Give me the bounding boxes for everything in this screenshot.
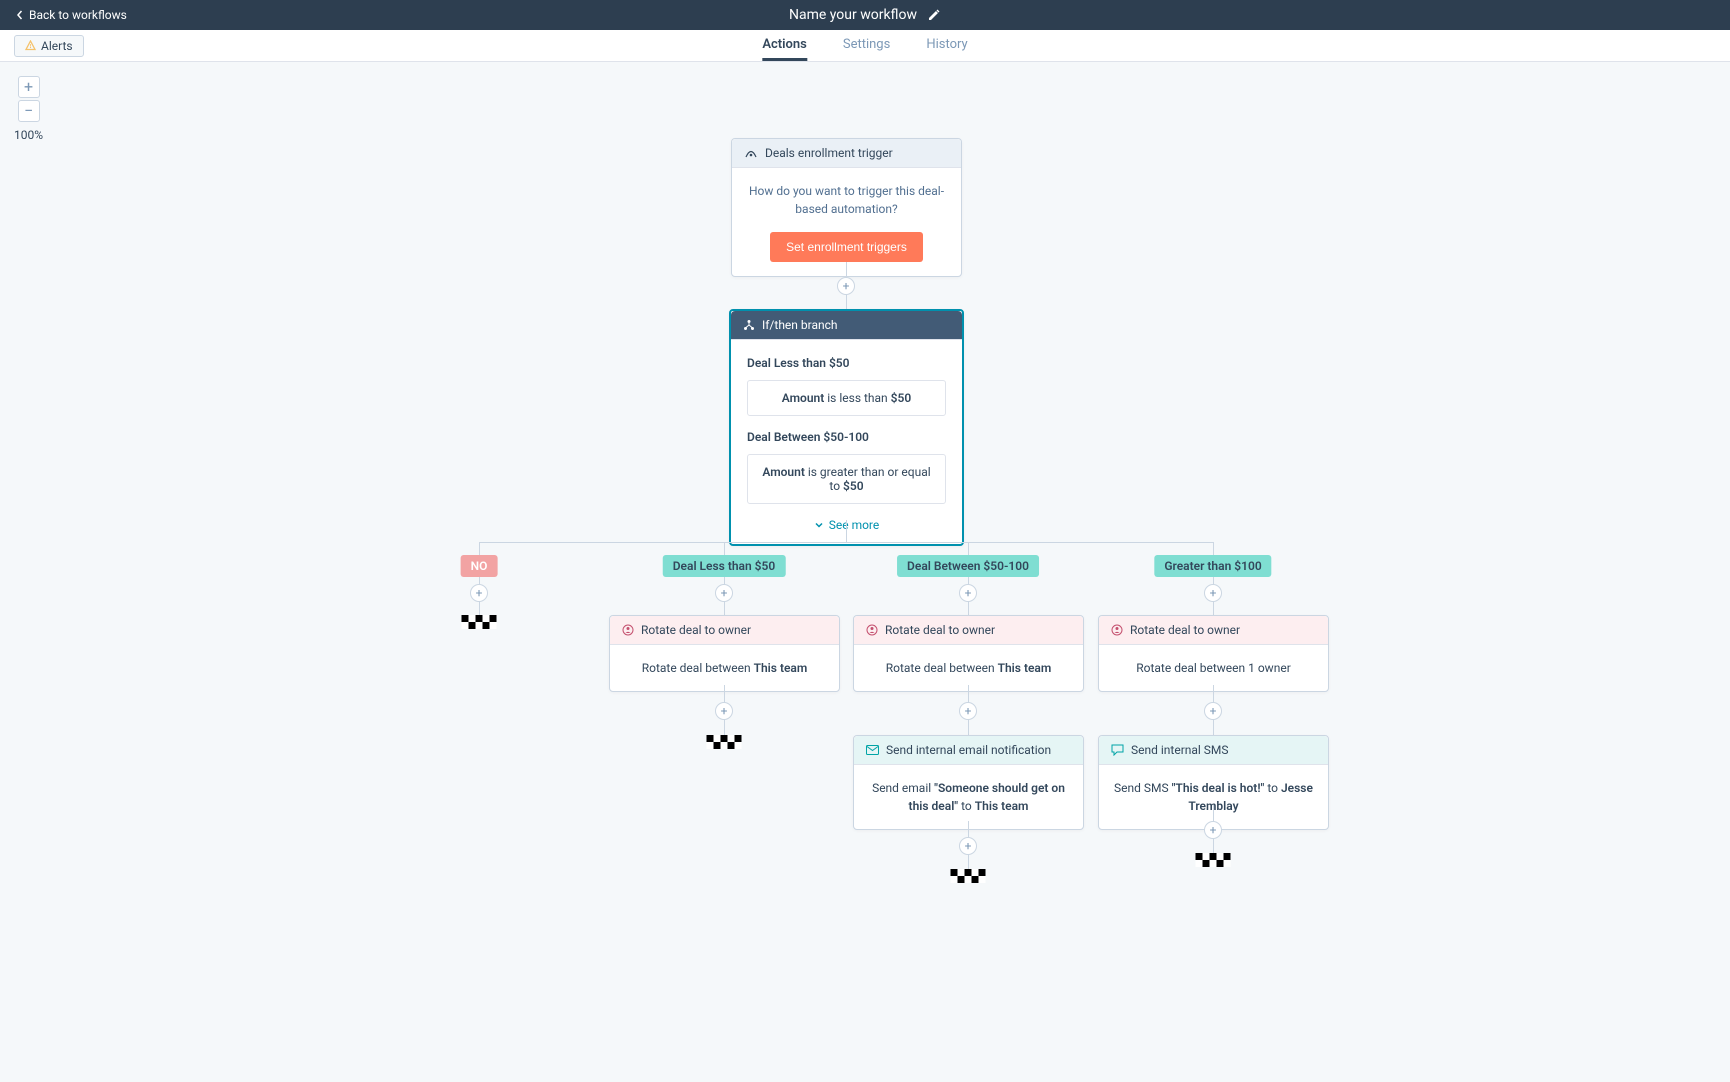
email-team: This team: [975, 799, 1029, 813]
rotate-team: This team: [998, 661, 1052, 675]
tab-history[interactable]: History: [926, 30, 967, 61]
connector: [479, 542, 480, 555]
email-pre: Send email: [872, 781, 934, 795]
branch-label-less-50: Deal Less than $50: [663, 555, 786, 577]
sms-pre: Send SMS: [1114, 781, 1172, 795]
set-enrollment-triggers-button[interactable]: Set enrollment triggers: [770, 232, 923, 262]
sms-header: Send internal SMS: [1099, 736, 1328, 765]
connector: [724, 542, 725, 555]
workflow-title: Name your workflow: [789, 7, 917, 23]
chevron-left-icon: [15, 10, 25, 20]
branch-group1-title: Deal Less than $50: [747, 356, 946, 370]
cond2-field: Amount: [762, 465, 805, 479]
cond2-mid: is greater than or equal to: [805, 465, 931, 493]
cond2-val: $50: [843, 479, 864, 493]
add-action-button[interactable]: +: [715, 584, 733, 602]
add-action-button[interactable]: +: [1204, 821, 1222, 839]
add-action-button[interactable]: +: [470, 584, 488, 602]
sms-quoted: "This deal is hot!": [1172, 781, 1265, 795]
rotate-deal-card[interactable]: Rotate deal to owner Rotate deal between…: [609, 615, 840, 692]
if-then-branch-card[interactable]: If/then branch Deal Less than $50 Amount…: [729, 309, 964, 546]
sms-mid: to: [1264, 781, 1281, 795]
connector: [479, 542, 1214, 543]
rotate-owner-icon: [622, 624, 634, 636]
trigger-header-text: Deals enrollment trigger: [765, 146, 893, 160]
branch-condition-2: Amount is greater than or equal to $50: [747, 454, 946, 504]
branch-group2-title: Deal Between $50-100: [747, 430, 946, 444]
finish-flag-icon: [1196, 853, 1231, 867]
back-label: Back to workflows: [29, 8, 127, 22]
workflow-flow: Deals enrollment trigger How do you want…: [0, 62, 1730, 1082]
email-mid: to: [958, 799, 975, 813]
rotate-header-text: Rotate deal to owner: [1130, 623, 1240, 637]
branch-label-no: NO: [461, 555, 498, 577]
cond1-val: $50: [891, 391, 912, 405]
email-header-text: Send internal email notification: [886, 743, 1051, 757]
branch-icon: [743, 319, 755, 331]
alerts-label: Alerts: [41, 39, 73, 53]
trigger-body: How do you want to trigger this deal-bas…: [732, 168, 961, 276]
trigger-header: Deals enrollment trigger: [732, 139, 961, 168]
email-icon: [866, 745, 879, 755]
connector: [968, 542, 969, 555]
send-email-card[interactable]: Send internal email notification Send em…: [853, 735, 1084, 830]
rotate-pre: Rotate deal between: [642, 661, 754, 675]
add-action-button[interactable]: +: [1204, 702, 1222, 720]
connector: [1213, 542, 1214, 555]
target-icon: [744, 148, 758, 158]
rotate-team: This team: [754, 661, 808, 675]
email-header: Send internal email notification: [854, 736, 1083, 765]
branch-header-text: If/then branch: [762, 318, 838, 332]
back-to-workflows-link[interactable]: Back to workflows: [15, 8, 127, 22]
rotate-owner-icon: [866, 624, 878, 636]
see-more-text: See more: [829, 518, 880, 532]
branch-label-between: Deal Between $50-100: [897, 555, 1039, 577]
tab-bar: Alerts Actions Settings History: [0, 30, 1730, 62]
tabs-nav: Actions Settings History: [762, 30, 967, 61]
rotate-header: Rotate deal to owner: [854, 616, 1083, 645]
add-action-button[interactable]: +: [959, 584, 977, 602]
branch-header: If/then branch: [731, 311, 962, 340]
rotate-header: Rotate deal to owner: [610, 616, 839, 645]
tab-settings[interactable]: Settings: [843, 30, 890, 61]
finish-flag-icon: [462, 615, 497, 629]
cond1-field: Amount: [782, 391, 825, 405]
rotate-pre: Rotate deal between: [886, 661, 998, 675]
sms-icon: [1111, 744, 1124, 756]
connector: [846, 520, 847, 542]
add-action-button[interactable]: +: [959, 702, 977, 720]
workflow-title-wrap: Name your workflow: [789, 7, 941, 23]
rotate-header: Rotate deal to owner: [1099, 616, 1328, 645]
rotate-header-text: Rotate deal to owner: [885, 623, 995, 637]
tab-actions[interactable]: Actions: [762, 30, 807, 61]
rotate-header-text: Rotate deal to owner: [641, 623, 751, 637]
sms-header-text: Send internal SMS: [1131, 743, 1229, 757]
finish-flag-icon: [707, 735, 742, 749]
add-action-button[interactable]: +: [959, 837, 977, 855]
add-action-button[interactable]: +: [837, 277, 855, 295]
email-body: Send email "Someone should get on this d…: [854, 765, 1083, 829]
branch-label-greater-100: Greater than $100: [1154, 555, 1271, 577]
finish-flag-icon: [951, 869, 986, 883]
chevron-down-icon: [814, 520, 824, 530]
pencil-icon[interactable]: [927, 8, 941, 22]
branch-condition-1: Amount is less than $50: [747, 380, 946, 416]
alerts-button[interactable]: Alerts: [14, 35, 84, 57]
workflow-canvas[interactable]: + − 100% Deals enrollment trigger How do…: [0, 62, 1730, 1082]
add-action-button[interactable]: +: [715, 702, 733, 720]
add-action-button[interactable]: +: [1204, 584, 1222, 602]
warning-icon: [25, 40, 36, 51]
branch-body: Deal Less than $50 Amount is less than $…: [731, 340, 962, 544]
trigger-card[interactable]: Deals enrollment trigger How do you want…: [731, 138, 962, 277]
top-bar: Back to workflows Name your workflow: [0, 0, 1730, 30]
rotate-owner-icon: [1111, 624, 1123, 636]
cond1-mid: is less than: [824, 391, 890, 405]
rotate-deal-card[interactable]: Rotate deal to owner Rotate deal between…: [853, 615, 1084, 692]
rotate-deal-card[interactable]: Rotate deal to owner Rotate deal between…: [1098, 615, 1329, 692]
trigger-prompt: How do you want to trigger this deal-bas…: [746, 182, 947, 218]
